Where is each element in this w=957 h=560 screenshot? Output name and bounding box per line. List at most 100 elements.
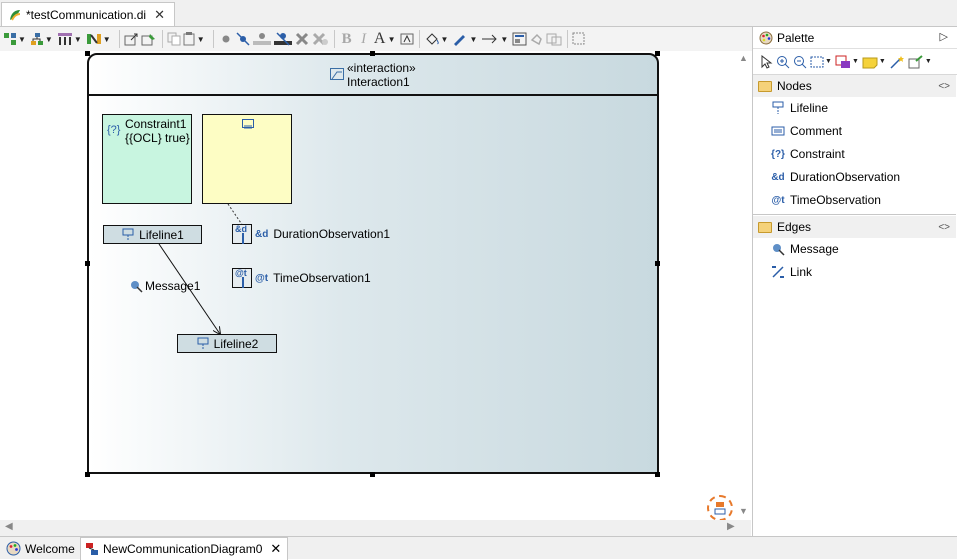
palette-icon (759, 31, 773, 44)
dropdown-arrow-icon[interactable]: ▼ (18, 35, 26, 44)
dropdown-arrow-icon[interactable]: ▼ (74, 35, 82, 44)
message-icon (131, 280, 143, 293)
time-observation-name: TimeObservation1 (273, 271, 371, 285)
palette-item-durationobservation[interactable]: &d DurationObservation (771, 167, 900, 187)
paste-button[interactable]: ▼ (182, 29, 208, 49)
palette-item-label: Lifeline (790, 101, 829, 115)
zoom-out-tool[interactable] (793, 55, 807, 69)
dropdown-arrow-icon[interactable]: ▼ (825, 58, 832, 65)
delete-from-model-button[interactable] (311, 29, 329, 49)
dropdown-arrow-icon[interactable]: ▼ (469, 35, 477, 44)
match-size-button[interactable]: ▼ (86, 29, 114, 49)
drawer-pin-icon[interactable]: <> (938, 81, 950, 92)
palette-header[interactable]: Palette ▷ (753, 27, 957, 49)
palette-item-label: Message (790, 242, 839, 256)
palette-item-constraint[interactable]: {?} Constraint (771, 144, 845, 164)
show-element-button[interactable] (218, 29, 234, 49)
hide-icon (236, 32, 250, 46)
scroll-left-icon[interactable]: ◀ (5, 521, 13, 532)
dropdown-arrow-icon[interactable]: ▼ (45, 35, 53, 44)
marquee-icon (810, 56, 824, 67)
connection-tool[interactable] (889, 55, 905, 69)
lifeline-node[interactable]: Lifeline2 (177, 334, 277, 353)
palette-collapse-icon[interactable]: ▷ (940, 30, 948, 43)
arrange-all-button[interactable]: ▼ (3, 29, 29, 49)
palette-item-timeobservation[interactable]: @t TimeObservation (771, 190, 880, 210)
constraint-icon: {?} (771, 148, 785, 160)
line-style-button[interactable]: ▼ (481, 29, 511, 49)
vertical-scrollbar[interactable]: ▲ ▼ (736, 51, 751, 520)
note-tool[interactable]: ▼ (862, 55, 886, 69)
palette-item-comment[interactable]: Comment (771, 121, 842, 141)
comment-link-line[interactable] (227, 203, 244, 227)
editor-tab-bar: *testCommunication.di ✕ (0, 0, 957, 27)
time-observation-node[interactable]: @t (232, 268, 252, 288)
tab-newcommunicationdiagram0[interactable]: NewCommunicationDiagram0 ✕ (80, 537, 289, 560)
distribute-button[interactable]: ▼ (57, 29, 85, 49)
editor-tab-testcommunication[interactable]: *testCommunication.di ✕ (1, 2, 175, 27)
zoom-fit-button[interactable] (572, 29, 586, 49)
dropdown-arrow-icon[interactable]: ▼ (197, 35, 205, 44)
copy-icon (167, 32, 181, 46)
tab-welcome[interactable]: Welcome (2, 538, 75, 559)
dropdown-arrow-icon[interactable]: ▼ (500, 35, 508, 44)
close-icon[interactable]: ✕ (154, 7, 165, 23)
diagram-toolbar: ▼ ▼ ▼ ▼ ▼ B I A ▼ ▼ ▼ ▼ (0, 27, 752, 51)
dropdown-arrow-icon[interactable]: ▼ (925, 58, 932, 65)
delete-button[interactable] (294, 29, 310, 49)
zoom-in-tool[interactable] (776, 55, 790, 69)
time-observation-icon: @t (235, 268, 247, 278)
open-button[interactable] (124, 29, 140, 49)
hide-label-icon (273, 32, 292, 46)
message-icon (773, 244, 785, 256)
drawer-pin-icon[interactable]: <> (938, 222, 950, 233)
message-label[interactable]: Message1 (130, 279, 200, 293)
palette-item-link[interactable]: Link (771, 262, 812, 282)
message-name: Message1 (145, 279, 201, 293)
frame-icon (572, 32, 585, 45)
show-label-button[interactable] (252, 29, 272, 49)
pin-button[interactable] (141, 29, 157, 49)
font-color-button[interactable]: A ▼ (373, 29, 399, 49)
hide-label-button[interactable] (273, 29, 293, 49)
line-color-button[interactable]: ▼ (452, 29, 480, 49)
palette-drawer-edges[interactable]: Edges <> (753, 216, 956, 238)
redo-button[interactable] (546, 29, 562, 49)
duration-observation-node[interactable]: &d (232, 224, 252, 244)
palette-item-message[interactable]: Message (771, 239, 839, 259)
scroll-up-icon[interactable]: ▲ (739, 53, 748, 63)
dropdown-arrow-icon[interactable]: ▼ (852, 58, 859, 65)
outline-view-button[interactable] (707, 495, 733, 520)
align-button[interactable]: ▼ (30, 29, 56, 49)
lifeline-node[interactable]: Lifeline1 (103, 225, 202, 244)
marquee-tool[interactable]: ▼ (810, 55, 832, 69)
fill-color-button[interactable]: ▼ (424, 29, 452, 49)
link-note-tool[interactable]: ▼ (908, 54, 932, 69)
dropdown-arrow-icon[interactable]: ▼ (103, 35, 111, 44)
copy-button[interactable] (167, 29, 181, 49)
dropdown-arrow-icon[interactable]: ▼ (388, 35, 396, 44)
distribute-icon (57, 33, 72, 45)
duration-observation-label[interactable]: &d DurationObservation1 (255, 227, 390, 241)
undo-button[interactable] (529, 29, 545, 49)
frame-tool[interactable]: ▼ (835, 55, 859, 69)
dropdown-arrow-icon[interactable]: ▼ (879, 58, 886, 65)
dropdown-arrow-icon[interactable]: ▼ (441, 35, 449, 44)
properties-button[interactable] (512, 29, 528, 49)
time-observation-label[interactable]: @t TimeObservation1 (255, 271, 371, 285)
hide-element-button[interactable] (235, 29, 251, 49)
italic-button[interactable]: I (356, 29, 372, 49)
palette-icon (6, 541, 21, 556)
scroll-down-icon[interactable]: ▼ (739, 506, 748, 516)
scroll-right-icon[interactable]: ▶ (727, 521, 735, 532)
palette-drawer-nodes[interactable]: Nodes <> (753, 75, 956, 97)
lifeline-name: Lifeline2 (213, 336, 259, 351)
horizontal-scrollbar[interactable]: ◀ ▶ (0, 520, 751, 536)
duration-observation-icon: &d (255, 228, 269, 240)
font-button[interactable] (400, 29, 414, 49)
select-tool[interactable] (759, 54, 773, 69)
diagram-canvas[interactable]: «interaction» Interaction1 {?} Constrain… (0, 51, 736, 520)
close-icon[interactable]: ✕ (270, 541, 281, 557)
palette-item-lifeline[interactable]: Lifeline (771, 98, 828, 118)
bold-button[interactable]: B (339, 29, 355, 49)
